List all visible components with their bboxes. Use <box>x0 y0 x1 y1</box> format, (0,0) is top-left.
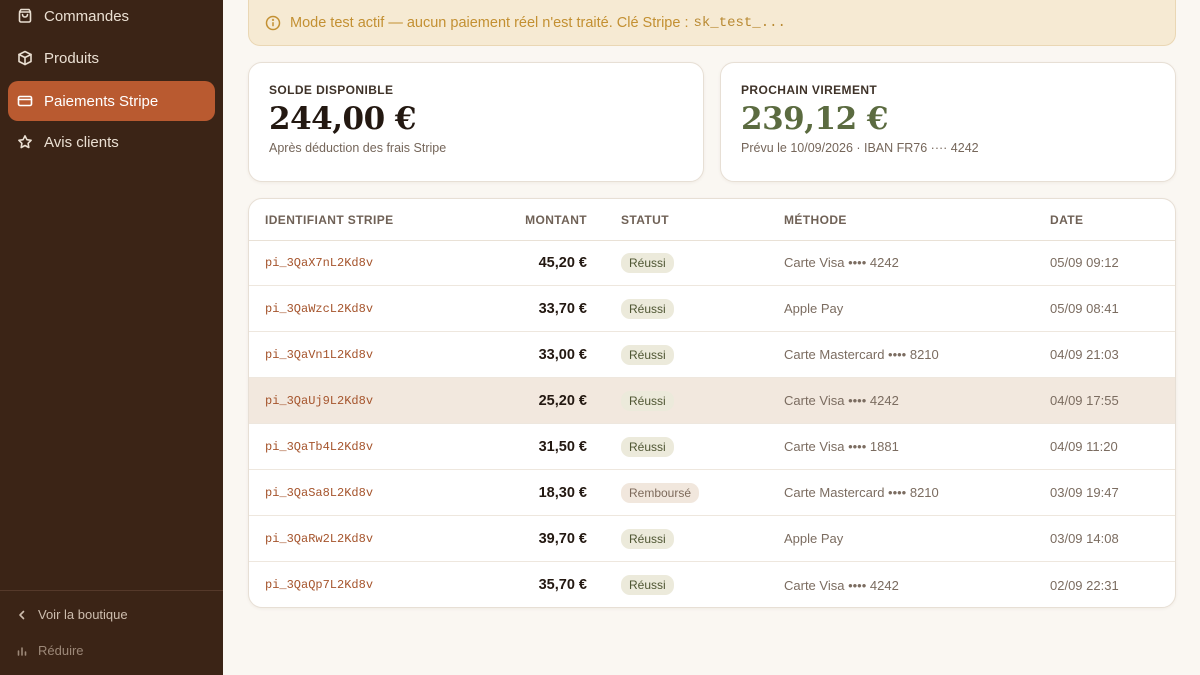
credit-card-icon <box>16 92 34 110</box>
payment-method: Apple Pay <box>784 301 844 316</box>
payment-id: pi_3QaRw2L2Kd8v <box>265 531 374 546</box>
table-row[interactable]: pi_3QaRw2L2Kd8v 39,70 € Réussi Apple Pay… <box>249 516 1175 562</box>
payment-method: Carte Visa •••• 4242 <box>784 393 899 408</box>
balance-card: SOLDE DISPONIBLE 244,00 € Après déductio… <box>248 62 704 182</box>
test-mode-banner: Mode test actif — aucun paiement réel n'… <box>248 0 1176 46</box>
payment-id: pi_3QaX7nL2Kd8v <box>265 255 374 270</box>
view-store-link[interactable]: Voir la boutique <box>16 607 128 622</box>
payment-amount: 39,70 € <box>538 530 587 547</box>
payout-label: PROCHAIN VIREMENT <box>741 83 878 97</box>
payment-amount: 18,30 € <box>538 484 587 501</box>
payment-date: 04/09 17:55 <box>1050 393 1119 408</box>
payment-amount: 45,20 € <box>538 254 587 271</box>
payment-amount: 33,70 € <box>538 300 587 317</box>
status-cell: Réussi <box>621 286 674 331</box>
sidebar-item-paiements-stripe[interactable]: Paiements Stripe <box>8 81 215 121</box>
status-cell: Réussi <box>621 378 674 423</box>
payment-method: Carte Mastercard •••• 8210 <box>784 485 939 500</box>
status-badge: Réussi <box>621 436 674 457</box>
table-row[interactable]: pi_3QaQp7L2Kd8v 35,70 € Réussi Carte Vis… <box>249 562 1175 607</box>
payout-card: PROCHAIN VIREMENT 239,12 € Prévu le 10/0… <box>720 62 1176 182</box>
payment-id: pi_3QaTb4L2Kd8v <box>265 439 374 454</box>
status-badge: Remboursé <box>621 482 700 503</box>
star-icon <box>16 133 34 151</box>
status-badge: Réussi <box>621 528 674 549</box>
payment-date: 05/09 09:12 <box>1050 255 1119 270</box>
payment-date: 02/09 22:31 <box>1050 577 1119 593</box>
payment-method: Carte Visa •••• 4242 <box>784 577 899 593</box>
payout-note: Prévu le 10/09/2026 · IBAN FR76 ···· 424… <box>741 141 979 155</box>
status-badge: Réussi <box>621 298 674 319</box>
status-badge: Réussi <box>621 575 674 595</box>
payout-value: 239,12 € <box>741 101 889 137</box>
sidebar-item-label: Paiements Stripe <box>44 92 159 110</box>
payment-id: pi_3QaQp7L2Kd8v <box>265 578 374 592</box>
column-header-amount[interactable]: MONTANT <box>525 199 587 240</box>
table-row[interactable]: pi_3QaUj9L2Kd8v 25,20 € Réussi Carte Vis… <box>249 378 1175 424</box>
column-header-status[interactable]: STATUT <box>621 199 669 240</box>
status-cell: Réussi <box>621 424 674 469</box>
payment-amount: 31,50 € <box>538 438 587 455</box>
table-row[interactable]: pi_3QaWzcL2Kd8v 33,70 € Réussi Apple Pay… <box>249 286 1175 332</box>
payments-table: IDENTIFIANT STRIPE MONTANT STATUT MÉTHOD… <box>248 198 1176 608</box>
payment-method: Carte Visa •••• 4242 <box>784 255 899 270</box>
box-icon <box>16 49 34 67</box>
status-badge: Réussi <box>621 390 674 411</box>
status-cell: Réussi <box>621 332 674 377</box>
sidebar-item-label: Produits <box>44 49 100 67</box>
chevron-left-icon <box>19 610 25 619</box>
sidebar-divider <box>0 590 223 591</box>
payment-date: 03/09 19:47 <box>1050 485 1119 500</box>
collapse-sidebar-button[interactable]: Réduire <box>16 643 84 658</box>
payment-id: pi_3QaSa8L2Kd8v <box>265 485 374 500</box>
collapse-label: Réduire <box>38 643 84 658</box>
sidebar-item-commandes[interactable]: Commandes <box>8 0 215 36</box>
bar-chart-icon <box>17 646 27 656</box>
status-cell: Réussi <box>621 240 674 285</box>
column-header-id[interactable]: IDENTIFIANT STRIPE <box>265 199 394 240</box>
status-cell: Remboursé <box>621 470 700 515</box>
column-header-date[interactable]: DATE <box>1050 199 1083 240</box>
sidebar-item-produits[interactable]: Produits <box>8 38 215 78</box>
table-row[interactable]: pi_3QaX7nL2Kd8v 45,20 € Réussi Carte Vis… <box>249 240 1175 286</box>
payment-amount: 25,20 € <box>538 392 587 409</box>
view-store-label: Voir la boutique <box>38 607 128 622</box>
payment-amount: 33,00 € <box>538 346 587 363</box>
balance-note: Après déduction des frais Stripe <box>269 141 447 155</box>
sidebar-item-avis-clients[interactable]: Avis clients <box>8 122 215 162</box>
payment-date: 04/09 21:03 <box>1050 347 1119 362</box>
payment-id: pi_3QaWzcL2Kd8v <box>265 301 374 316</box>
shopping-bag-icon <box>16 7 34 25</box>
payment-date: 05/09 08:41 <box>1050 301 1119 316</box>
status-badge: Réussi <box>621 252 674 273</box>
payment-date: 03/09 14:08 <box>1050 531 1119 546</box>
status-cell: Réussi <box>621 562 674 607</box>
column-header-method[interactable]: MÉTHODE <box>784 199 847 240</box>
payment-method: Apple Pay <box>784 531 844 546</box>
payment-date: 04/09 11:20 <box>1050 439 1118 454</box>
banner-text: Mode test actif — aucun paiement réel n'… <box>290 14 689 31</box>
table-row[interactable]: pi_3QaVn1L2Kd8v 33,00 € Réussi Carte Mas… <box>249 332 1175 378</box>
payment-method: Carte Mastercard •••• 8210 <box>784 347 939 362</box>
sidebar: Commandes Produits Paiements Stripe Avis… <box>0 0 223 675</box>
balance-value: 244,00 € <box>269 101 417 137</box>
payment-id: pi_3QaVn1L2Kd8v <box>265 347 374 362</box>
status-badge: Réussi <box>621 344 674 365</box>
table-row[interactable]: pi_3QaSa8L2Kd8v 18,30 € Remboursé Carte … <box>249 470 1175 516</box>
payment-method: Carte Visa •••• 1881 <box>784 439 899 454</box>
payment-amount: 35,70 € <box>538 577 587 593</box>
info-icon <box>265 15 281 31</box>
sidebar-item-label: Commandes <box>44 7 130 25</box>
payment-id: pi_3QaUj9L2Kd8v <box>265 393 374 408</box>
table-header: IDENTIFIANT STRIPE MONTANT STATUT MÉTHOD… <box>249 199 1175 241</box>
table-row[interactable]: pi_3QaTb4L2Kd8v 31,50 € Réussi Carte Vis… <box>249 424 1175 470</box>
stripe-key: sk_test_... <box>693 14 786 31</box>
sidebar-item-label: Avis clients <box>44 133 119 151</box>
status-cell: Réussi <box>621 516 674 561</box>
balance-label: SOLDE DISPONIBLE <box>269 83 394 97</box>
